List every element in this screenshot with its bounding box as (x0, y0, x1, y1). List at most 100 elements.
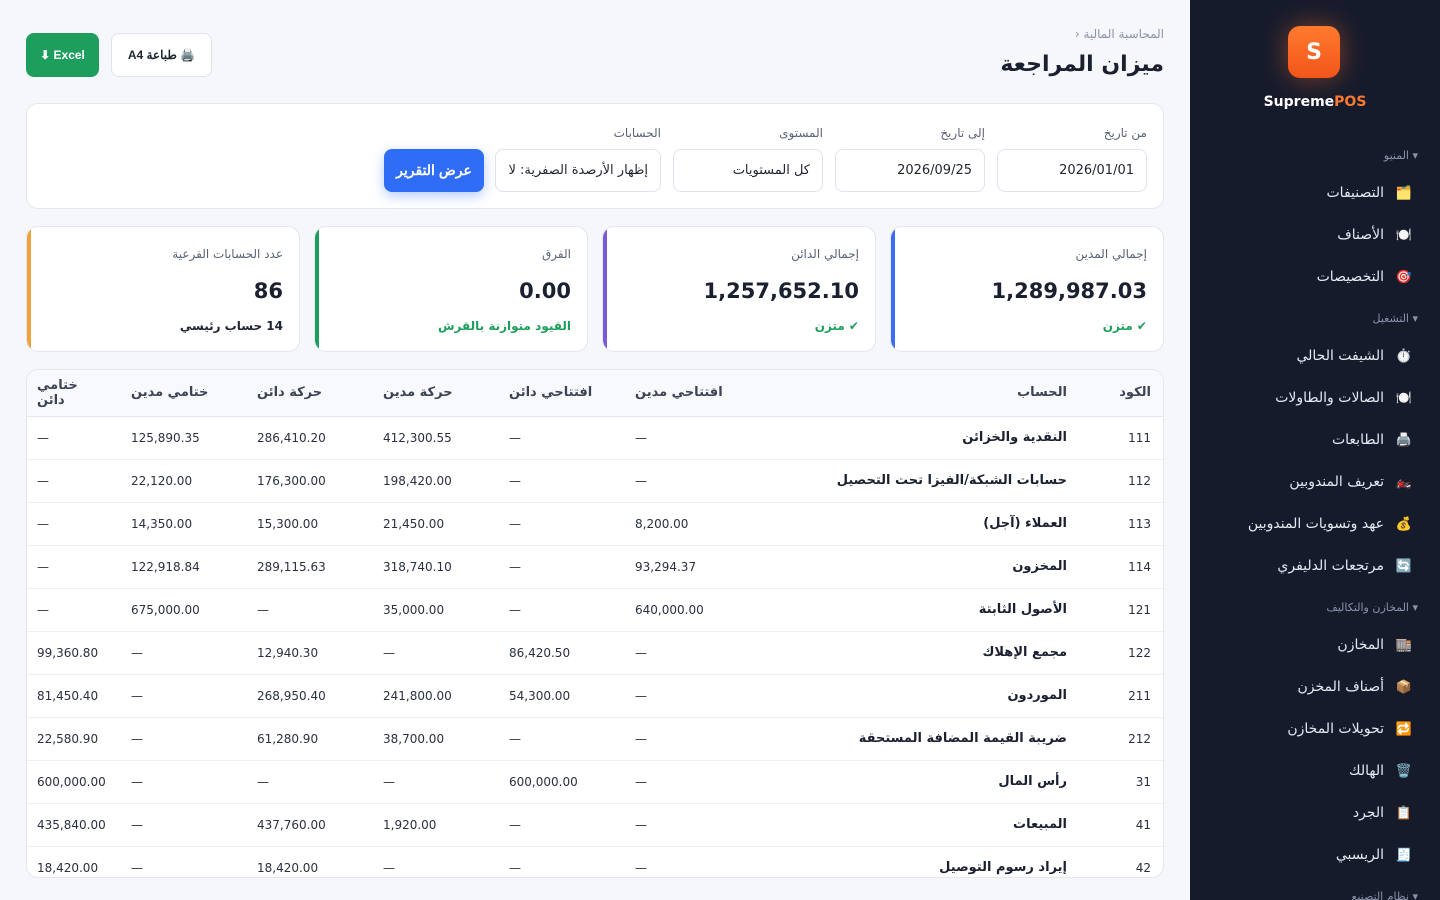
sidebar-item-icon: 📋 (1395, 805, 1413, 821)
table-row[interactable]: 111 النقدية والخزائن — —412,300.55 286,410.2… (27, 416, 1163, 460)
table-row[interactable]: 122 مجمع الإهلاك —86,420.50—12,940.30—99,3… (27, 631, 1163, 675)
sidebar-item-icon: 🔁 (1395, 721, 1413, 737)
accounts-label: الحسابات (613, 126, 661, 140)
column-header[interactable]: ختامي مدين (119, 370, 245, 417)
stat-card: عدد الحسابات الفرعية 86 14 حساب رئيسي (26, 226, 300, 352)
sidebar-item[interactable]: 🗑️ الهالك (1214, 754, 1414, 788)
account-code-cell: 122 (1079, 631, 1163, 675)
account-code-cell: 113 (1079, 502, 1163, 546)
sidebar-item-label: التخصيصات (1316, 269, 1384, 285)
to-date-field[interactable]: 2026/09/25 (835, 149, 985, 192)
sidebar-item[interactable]: 🏬 المخازن (1214, 628, 1414, 662)
account-name-cell: العملاء (آجل) (749, 502, 1079, 546)
nav-section-label[interactable]: ▾ المخازن والتكاليف (1326, 601, 1418, 614)
sidebar-item[interactable]: 🏍️ تعريف المندوبين (1214, 465, 1414, 499)
table-row[interactable]: 114 المخزون 93,294.37—318,740.10 289,115.63… (27, 545, 1163, 589)
table-row[interactable]: 112 حسابات الشبكة/الفيزا تحت التحصيل — —198… (27, 459, 1163, 503)
amount-cell: 435,840.00 (27, 803, 119, 847)
sidebar-item[interactable]: 🧾 الريسبي (1214, 838, 1414, 872)
sidebar-item[interactable]: 🔄 مرتجعات الدليفري (1214, 549, 1414, 583)
column-header[interactable]: الحساب (749, 370, 1079, 417)
sidebar-item-icon: 🎯 (1395, 269, 1413, 285)
sidebar-item-label: أصناف المخزن (1297, 679, 1384, 695)
column-header[interactable]: افتتاحي مدين (623, 370, 749, 417)
sidebar-item[interactable]: 🍽️ الصالات والطاولات (1214, 381, 1414, 415)
amount-cell: 35,000.00 (371, 588, 497, 632)
column-header[interactable]: حركة دائن (245, 370, 371, 417)
amount-cell: — (623, 846, 749, 877)
nav-section-label[interactable]: ▾ نظام التصنيع (1351, 890, 1418, 900)
table-row[interactable]: 42 إيراد رسوم التوصيل — — —18,420.00—18,420.… (27, 846, 1163, 877)
table-header-row: الكود الحساب افتتاحي مدين افتتاحي دائن حركة … (27, 370, 1163, 417)
stat-value: 1,289,987.03 (991, 279, 1147, 303)
sidebar-item-icon: 🍽️ (1395, 227, 1413, 243)
amount-cell: 93,294.37 (623, 545, 749, 589)
sidebar-item[interactable]: 📋 الجرد (1214, 796, 1414, 830)
amount-cell: 14,350.00 (119, 502, 245, 546)
sidebar-item-label: الطابعات (1331, 432, 1384, 448)
table-row[interactable]: 121 الأصول الثابتة 640,000.00—35,000.00—67… (27, 588, 1163, 632)
account-name-cell: ضريبة القيمة المضافة المستحقة (749, 717, 1079, 761)
amount-cell: — (497, 545, 623, 589)
table-row[interactable]: 31 رأس المال —600,000.00— — —600,000.00 (27, 760, 1163, 804)
amount-cell: 600,000.00 (27, 760, 119, 804)
level-select[interactable]: كل المستويات (673, 149, 823, 192)
sidebar-item-label: الهالك (1349, 763, 1384, 779)
amount-cell: 86,420.50 (497, 631, 623, 675)
sidebar-item[interactable]: ⏱️ الشيفت الحالي (1214, 339, 1414, 373)
amount-cell: 12,940.30 (245, 631, 371, 675)
table-row[interactable]: 113 العملاء (آجل) 8,200.00—21,450.00 15,300… (27, 502, 1163, 546)
amount-cell: — (27, 459, 119, 503)
sidebar-item-label: التصنيفات (1326, 185, 1385, 201)
table-row[interactable]: 41 المبيعات — —1,920.00 437,760.00—435,840.0… (27, 803, 1163, 847)
sidebar-item-icon: 🗂️ (1395, 185, 1413, 201)
from-date-field[interactable]: 2026/01/01 (997, 149, 1147, 192)
amount-cell: 54,300.00 (497, 674, 623, 718)
amount-cell: 61,280.90 (245, 717, 371, 761)
amount-cell: — (119, 631, 245, 675)
sidebar-item[interactable]: 📦 أصناف المخزن (1214, 670, 1414, 704)
excel-export-button[interactable]: Excel ⬇ (26, 33, 99, 77)
table-row[interactable]: 211 الموردون —54,300.00 241,800.00 268,950.4… (27, 674, 1163, 718)
amount-cell: 318,740.10 (371, 545, 497, 589)
sidebar-item[interactable]: 🖨️ الطابعات (1214, 423, 1414, 457)
sidebar-item[interactable]: 🔁 تحويلات المخازن (1214, 712, 1414, 746)
stat-label: عدد الحسابات الفرعية (172, 247, 283, 261)
amount-cell: 176,300.00 (245, 459, 371, 503)
account-name-cell: النقدية والخزائن (749, 416, 1079, 460)
amount-cell: 640,000.00 (623, 588, 749, 632)
amount-cell: — (27, 502, 119, 546)
amount-cell: — (623, 803, 749, 847)
amount-cell: — (27, 416, 119, 460)
sidebar-item[interactable]: 🗂️ التصنيفات (1214, 176, 1414, 210)
sidebar-item-icon: 🧾 (1395, 847, 1413, 863)
sidebar-item[interactable]: 🎯 التخصيصات (1214, 260, 1414, 294)
zero-balance-select[interactable]: إظهار الأرصدة الصفرية: لا (495, 149, 661, 192)
sidebar-item-label: الريسبي (1335, 847, 1384, 863)
account-code-cell: 31 (1079, 760, 1163, 804)
sidebar-item-icon: 🏬 (1395, 637, 1413, 653)
page-title: ميزان المراجعة (1000, 52, 1164, 77)
amount-cell: — (371, 760, 497, 804)
nav-section-label[interactable]: ▾ المنيو (1384, 149, 1418, 162)
from-date-label: من تاريخ (1103, 126, 1147, 140)
amount-cell: — (27, 545, 119, 589)
amount-cell: — (371, 846, 497, 877)
column-header[interactable]: الكود (1079, 370, 1163, 417)
print-a4-button[interactable]: 🖨️ طباعة A4 (111, 33, 212, 77)
amount-cell: 125,890.35 (119, 416, 245, 460)
sidebar-item-icon: 🔄 (1395, 558, 1413, 574)
breadcrumb[interactable]: المحاسبة المالية ‹ (1075, 27, 1164, 41)
nav-section-label[interactable]: ▾ التشغيل (1372, 312, 1418, 325)
show-report-button[interactable]: عرض التقرير (384, 149, 484, 192)
amount-cell: 21,450.00 (371, 502, 497, 546)
sidebar-item[interactable]: 🍽️ الأصناف (1214, 218, 1414, 252)
account-name-cell: حسابات الشبكة/الفيزا تحت التحصيل (749, 459, 1079, 503)
table-row[interactable]: 212 ضريبة القيمة المضافة المستحقة — —38,700… (27, 717, 1163, 761)
column-header[interactable]: حركة مدين (371, 370, 497, 417)
column-header[interactable]: ختامي دائن (27, 370, 119, 417)
stat-note: 14 حساب رئيسي (179, 319, 283, 333)
stat-card: إجمالي المدين 1,289,987.03 ✔ متزن (890, 226, 1164, 352)
sidebar-item[interactable]: 💰 عهد وتسويات المندوبين (1214, 507, 1414, 541)
column-header[interactable]: افتتاحي دائن (497, 370, 623, 417)
